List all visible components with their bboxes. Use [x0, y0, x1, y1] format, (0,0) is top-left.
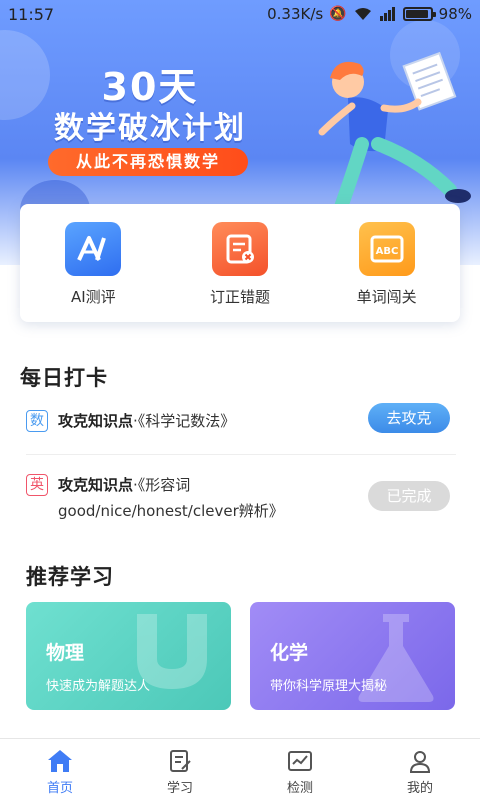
banner-tagline: 从此不再恐惧数学 [48, 148, 248, 176]
network-speed: 0.33K/s [267, 5, 324, 23]
mistake-correction-icon [211, 222, 268, 276]
status-bar: 11:57 0.33K/s 🔕 98% [0, 0, 480, 28]
banner-subtitle: 数学破冰计划 [54, 111, 246, 146]
word-challenge-icon: ABC [358, 222, 415, 276]
tab-label: 学习 [166, 781, 193, 796]
study-icon [170, 750, 191, 772]
quick-entry-label: 单词闯关 [356, 288, 417, 306]
recommend-card-physics[interactable]: 物理 快速成为解题达人 [26, 602, 231, 710]
mute-icon: 🔕 [329, 6, 347, 22]
home-page: 30天 数学破冰计划 从此不再恐惧数学 11:57 0.33K/s 🔕 98% … [0, 0, 480, 800]
battery-percent: 98% [438, 5, 472, 23]
flask-icon [358, 614, 434, 702]
ai-assessment-icon [65, 222, 122, 276]
quick-entry-mistake-correction[interactable]: 订正错题 [180, 222, 300, 307]
completed-button[interactable]: 已完成 [368, 481, 450, 511]
quick-entry-word-challenge[interactable]: ABC 单词闯关 [327, 222, 447, 307]
magnet-icon [137, 614, 207, 689]
signal-icon [379, 7, 395, 21]
tab-profile[interactable]: 我的 [360, 739, 480, 800]
quick-entry-label: AI测评 [70, 288, 116, 306]
daily-checkin-title: 每日打卡 [20, 366, 108, 390]
quick-entry-card: AI测评 订正错题 ABC 单词闯关 [20, 204, 460, 322]
tab-home[interactable]: 首页 [0, 739, 120, 800]
bottom-tab-bar: 首页 学习 检测 我的 [0, 738, 480, 800]
tab-label: 检测 [286, 781, 313, 796]
recommend-card-chemistry[interactable]: 化学 带你科学原理大揭秘 [250, 602, 455, 710]
tab-test[interactable]: 检测 [240, 739, 360, 800]
subject-badge-math: 数 [26, 410, 48, 432]
quick-entry-label: 订正错题 [209, 288, 270, 306]
task-text: 攻克知识点·《形容词good/nice/honest/clever辨析》 [58, 476, 284, 520]
checkin-task-row: 英 攻克知识点·《形容词good/nice/honest/clever辨析》 已… [26, 472, 456, 524]
test-icon [288, 751, 312, 771]
tab-label: 首页 [46, 781, 73, 796]
subject-badge-english: 英 [26, 474, 48, 496]
checkin-task-row: 数 攻克知识点·《科学记数法》 去攻克 [26, 403, 456, 434]
tab-label: 我的 [406, 781, 433, 796]
svg-text:ABC: ABC [375, 246, 398, 257]
task-text: 攻克知识点·《科学记数法》 [58, 412, 236, 430]
divider [26, 454, 456, 455]
battery-icon [402, 7, 436, 21]
tab-study[interactable]: 学习 [120, 739, 240, 800]
recommend-title: 推荐学习 [26, 565, 114, 589]
quick-entry-ai-assessment[interactable]: AI测评 [33, 222, 153, 307]
profile-icon [409, 751, 431, 773]
attack-button[interactable]: 去攻克 [368, 403, 450, 433]
status-time: 11:57 [8, 4, 55, 24]
wifi-icon [354, 8, 371, 20]
home-icon [48, 750, 72, 772]
